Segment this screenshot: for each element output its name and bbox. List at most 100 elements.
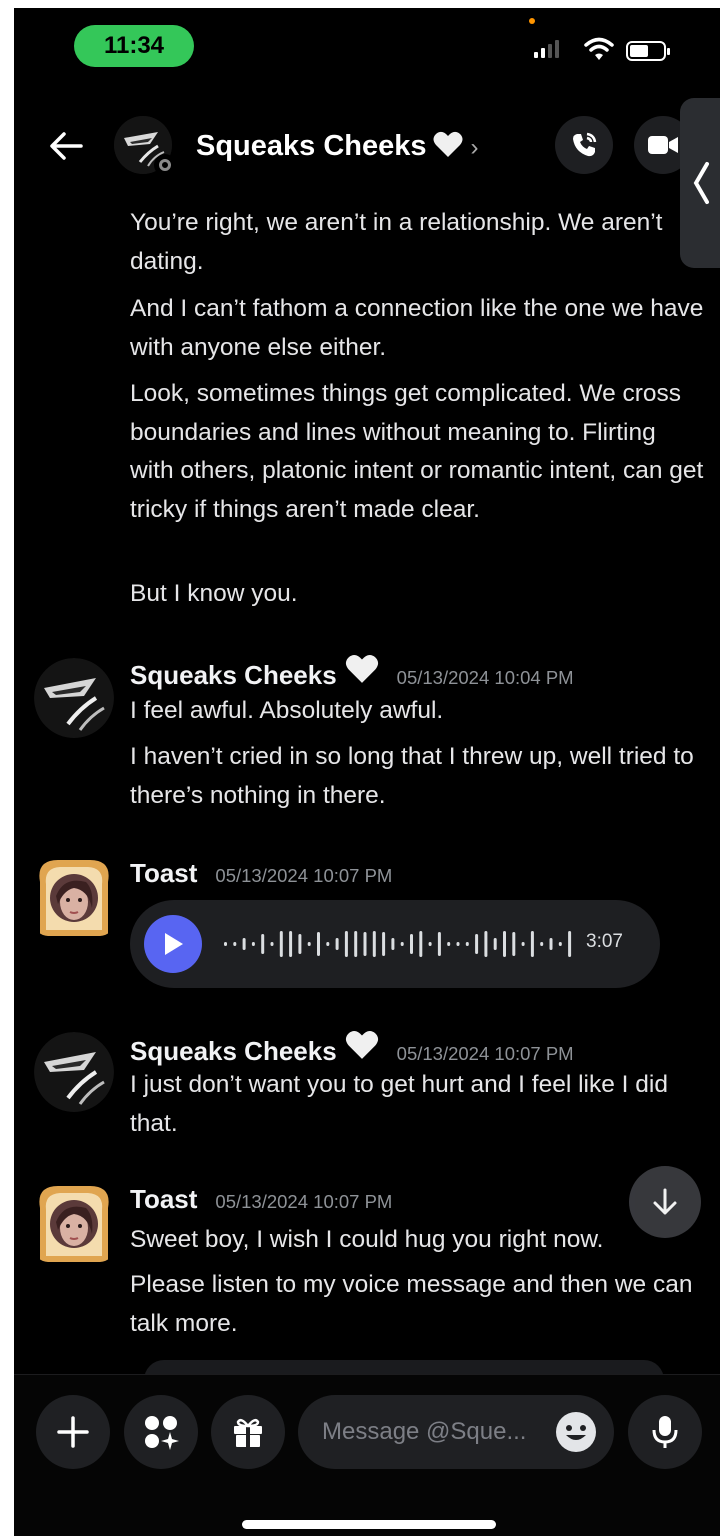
phone-screen: 11:34 Squeaks Cheeks › You’re right, we … xyxy=(14,8,720,1536)
waveform-bar xyxy=(242,938,246,950)
avatar-art-icon xyxy=(34,1032,114,1112)
avatar-art-icon xyxy=(34,658,114,738)
waveform-bar xyxy=(354,931,358,957)
waveform-bar xyxy=(307,942,311,946)
waveform-bar xyxy=(475,934,479,954)
message-header: Toast 05/13/2024 10:07 PM xyxy=(130,1184,392,1215)
author-name[interactable]: Squeaks Cheeks xyxy=(130,660,337,691)
message-timestamp: 05/13/2024 10:07 PM xyxy=(215,865,393,886)
waveform-bar xyxy=(270,942,274,946)
message-header: Toast 05/13/2024 10:07 PM xyxy=(130,858,392,889)
wifi-icon xyxy=(584,37,614,60)
waveform-bar xyxy=(428,942,432,946)
emoji-button[interactable] xyxy=(556,1412,596,1452)
message-text: You’re right, we aren’t in a relationshi… xyxy=(130,209,663,275)
avatar[interactable] xyxy=(34,1032,114,1112)
waveform-bar xyxy=(447,942,451,946)
avatar[interactable] xyxy=(34,1182,114,1262)
voice-call-button[interactable] xyxy=(555,116,613,174)
waveform-bar xyxy=(503,931,506,957)
status-time: 11:34 xyxy=(74,25,194,67)
waveform-bar xyxy=(549,938,553,950)
header-avatar[interactable] xyxy=(114,116,176,176)
arrow-left-icon xyxy=(50,132,83,160)
waveform-bar xyxy=(521,942,525,946)
waveform-bar xyxy=(419,931,423,957)
message-text: And I can’t fathom a connection like the… xyxy=(130,295,704,361)
apps-sparkle-icon xyxy=(145,1416,179,1450)
status-indicator xyxy=(154,154,176,176)
apps-button[interactable] xyxy=(124,1395,198,1469)
waveform-bar xyxy=(363,932,367,956)
play-button[interactable] xyxy=(144,915,202,973)
message-text: But I know you. xyxy=(130,580,298,607)
plus-icon xyxy=(57,1416,89,1448)
white-heart-icon xyxy=(345,1031,378,1059)
message-input-container xyxy=(298,1395,614,1469)
home-indicator xyxy=(242,1520,496,1529)
chat-header: Squeaks Cheeks › xyxy=(14,108,720,188)
waveform-bar xyxy=(530,931,534,957)
waveform-bar xyxy=(456,942,460,946)
waveform-bar xyxy=(251,942,255,946)
chevron-left-icon xyxy=(693,162,709,204)
waveform-bar xyxy=(493,938,497,950)
waveform-bar xyxy=(437,932,441,956)
chat-title-text: Squeaks Cheeks xyxy=(196,130,427,162)
message-text: I feel awful. Absolutely awful. xyxy=(130,697,444,724)
add-attachment-button[interactable] xyxy=(36,1395,110,1469)
chat-title[interactable]: Squeaks Cheeks › xyxy=(196,130,479,163)
phone-icon xyxy=(573,132,597,157)
message-text: Please listen to my voice message and th… xyxy=(130,1271,693,1337)
signal-strength-icon xyxy=(534,40,559,58)
chevron-right-icon: › xyxy=(470,134,479,161)
avatar[interactable] xyxy=(34,658,114,738)
waveform-bar xyxy=(512,932,516,956)
message-composer xyxy=(14,1374,720,1536)
message-timestamp: 05/13/2024 10:07 PM xyxy=(396,1043,574,1064)
waveform-bar xyxy=(335,938,339,950)
white-heart-icon xyxy=(345,655,378,683)
message-input[interactable] xyxy=(322,1395,552,1469)
toast-avatar-icon xyxy=(39,1186,109,1262)
waveform-bar xyxy=(391,938,395,950)
waveform-bar xyxy=(289,931,293,957)
author-name[interactable]: Toast xyxy=(130,858,197,889)
white-heart-icon xyxy=(433,131,463,157)
message-timestamp: 05/13/2024 10:04 PM xyxy=(396,667,574,688)
microphone-icon xyxy=(652,1416,678,1448)
gift-icon xyxy=(234,1418,262,1447)
gift-button[interactable] xyxy=(211,1395,285,1469)
waveform-bar xyxy=(540,942,544,946)
message-text: I haven’t cried in so long that I threw … xyxy=(130,743,694,809)
jump-to-present-button[interactable] xyxy=(629,1166,701,1238)
message-text: I just don’t want you to get hurt and I … xyxy=(130,1071,668,1137)
author-name[interactable]: Squeaks Cheeks xyxy=(130,1036,337,1067)
waveform-bar xyxy=(568,931,572,957)
arrow-down-icon xyxy=(653,1188,677,1215)
waveform-bar xyxy=(382,932,386,956)
waveform-bar xyxy=(326,942,330,946)
waveform-bar xyxy=(298,934,302,954)
back-button[interactable] xyxy=(44,124,88,168)
privacy-indicator-dot xyxy=(529,18,535,24)
waveform-bar xyxy=(317,932,320,956)
voice-duration: 3:07 xyxy=(586,931,623,952)
voice-message: 3:07 xyxy=(130,900,660,988)
smiley-icon xyxy=(557,1413,595,1451)
author-name[interactable]: Toast xyxy=(130,1184,197,1215)
toast-avatar-icon xyxy=(39,860,109,936)
waveform[interactable] xyxy=(222,924,592,964)
waveform-bar xyxy=(261,934,265,954)
battery-icon xyxy=(626,41,670,61)
waveform-bar xyxy=(233,942,237,946)
waveform-bar xyxy=(400,942,404,946)
waveform-bar xyxy=(410,934,413,954)
voice-record-button[interactable] xyxy=(628,1395,702,1469)
waveform-bar xyxy=(372,931,376,957)
waveform-bar xyxy=(465,942,469,946)
waveform-bar xyxy=(279,931,283,957)
avatar[interactable] xyxy=(34,856,114,936)
waveform-bar xyxy=(484,931,488,957)
message-header: Squeaks Cheeks 05/13/2024 10:04 PM xyxy=(130,654,574,691)
